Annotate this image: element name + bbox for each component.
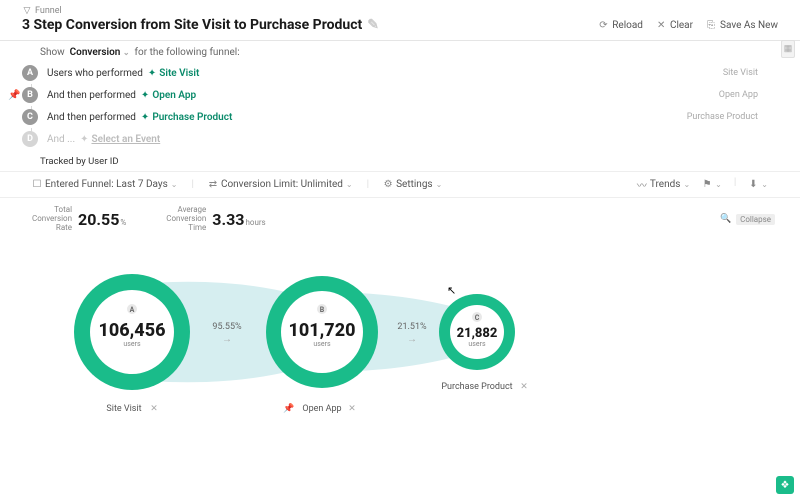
conversion-a-b: 95.55%	[212, 322, 242, 332]
step-badge: C	[22, 109, 38, 125]
event-icon: ✦	[148, 68, 156, 79]
ring-b-caption: Open App	[302, 404, 341, 414]
close-icon[interactable]: ✕	[150, 404, 158, 414]
calendar-icon: ☐	[32, 179, 42, 190]
funnel-chart: A 106,456 users Site Visit ✕ 95.55% → B …	[32, 239, 768, 434]
ring-a-caption: Site Visit	[106, 404, 141, 414]
svg-text:C: C	[475, 314, 480, 322]
flag-icon: ⚑	[702, 179, 712, 190]
breadcrumb[interactable]: ▽ Funnel	[22, 6, 778, 16]
download-button[interactable]: ⬇⌄	[748, 177, 768, 192]
event-icon: ✦	[141, 112, 149, 123]
tracked-by[interactable]: Tracked by User ID	[0, 150, 800, 171]
help-icon: ❖	[781, 480, 790, 491]
event-icon: ✦	[80, 134, 88, 145]
show-row: Show Conversion ⌄ for the following funn…	[0, 41, 800, 62]
step-name-label: Open App	[719, 90, 778, 100]
step-name-label: Site Visit	[723, 68, 778, 78]
clear-button[interactable]: ✕Clear	[657, 20, 693, 31]
save-icon: ⎘	[707, 20, 717, 31]
panel-icon: ▦	[784, 44, 793, 54]
ring-c-value: 21,882	[457, 326, 498, 341]
arrow-right-icon: →	[407, 334, 417, 345]
svg-text:B: B	[320, 306, 325, 314]
step-badge: B	[22, 87, 38, 103]
funnel-step-c[interactable]: C And then performed ✦ Purchase Product …	[0, 106, 800, 128]
pin-icon[interactable]: 📌	[283, 402, 294, 414]
step-event[interactable]: Site Visit	[159, 68, 199, 79]
arrow-right-icon: →	[222, 334, 232, 345]
svg-text:users: users	[468, 340, 486, 348]
conversion-b-c: 21.51%	[397, 322, 427, 332]
conversion-limit-select[interactable]: ⇄Conversion Limit: Unlimited⌄	[208, 179, 353, 190]
date-range-select[interactable]: ☐Entered Funnel: Last 7 Days⌄	[32, 179, 177, 190]
step-badge: D	[22, 131, 38, 147]
total-conversion-rate: Total Conversion Rate 20.55%	[32, 206, 126, 232]
clear-icon: ✕	[657, 20, 667, 31]
reload-icon: ⟳	[599, 20, 609, 31]
ring-a-value: 106,456	[99, 320, 166, 341]
step-event[interactable]: Open App	[152, 90, 196, 101]
svg-text:users: users	[123, 340, 141, 348]
trends-select[interactable]: 〰Trends⌄	[637, 177, 690, 192]
svg-text:A: A	[130, 306, 135, 314]
ring-b-value: 101,720	[289, 320, 356, 341]
side-panel-toggle[interactable]: ▦	[781, 40, 795, 58]
breadcrumb-text: Funnel	[35, 6, 62, 16]
gear-icon: ⚙	[383, 179, 393, 190]
ring-c-caption: Purchase Product	[441, 382, 512, 392]
title-text: 3 Step Conversion from Site Visit to Pur…	[22, 17, 362, 33]
search-icon: 🔍	[720, 214, 731, 224]
help-button[interactable]: ❖	[776, 476, 794, 494]
edit-icon[interactable]: ✎	[367, 17, 377, 33]
close-icon[interactable]: ✕	[348, 404, 356, 414]
flag-button[interactable]: ⚑⌄	[702, 177, 722, 192]
close-icon[interactable]: ✕	[520, 382, 528, 392]
page-title: 3 Step Conversion from Site Visit to Pur…	[22, 17, 377, 33]
svg-text:users: users	[313, 340, 331, 348]
step-event[interactable]: Purchase Product	[152, 112, 232, 123]
event-icon: ✦	[141, 90, 149, 101]
step-event-placeholder[interactable]: Select an Event	[91, 134, 160, 145]
funnel-icon: ▽	[22, 6, 32, 16]
limit-icon: ⇄	[208, 179, 218, 190]
funnel-step-d[interactable]: D And ... ✦ Select an Event	[0, 128, 800, 150]
step-name-label: Purchase Product	[687, 112, 778, 122]
funnel-step-b[interactable]: 📌 B And then performed ✦ Open App Open A…	[0, 84, 800, 106]
download-icon: ⬇	[748, 179, 758, 190]
funnel-step-a[interactable]: A Users who performed ✦ Site Visit Site …	[0, 62, 800, 84]
reload-button[interactable]: ⟳Reload	[599, 20, 643, 31]
show-type-select[interactable]: Conversion ⌄	[70, 47, 130, 58]
avg-conversion-time: Average Conversion Time 3.33hours	[166, 206, 265, 232]
collapse-button[interactable]: Collapse	[736, 214, 775, 225]
trends-icon: 〰	[637, 177, 647, 192]
settings-select[interactable]: ⚙Settings⌄	[383, 179, 442, 190]
pin-icon[interactable]: 📌	[8, 90, 20, 101]
save-as-new-button[interactable]: ⎘Save As New	[707, 20, 778, 31]
step-badge: A	[22, 65, 38, 81]
